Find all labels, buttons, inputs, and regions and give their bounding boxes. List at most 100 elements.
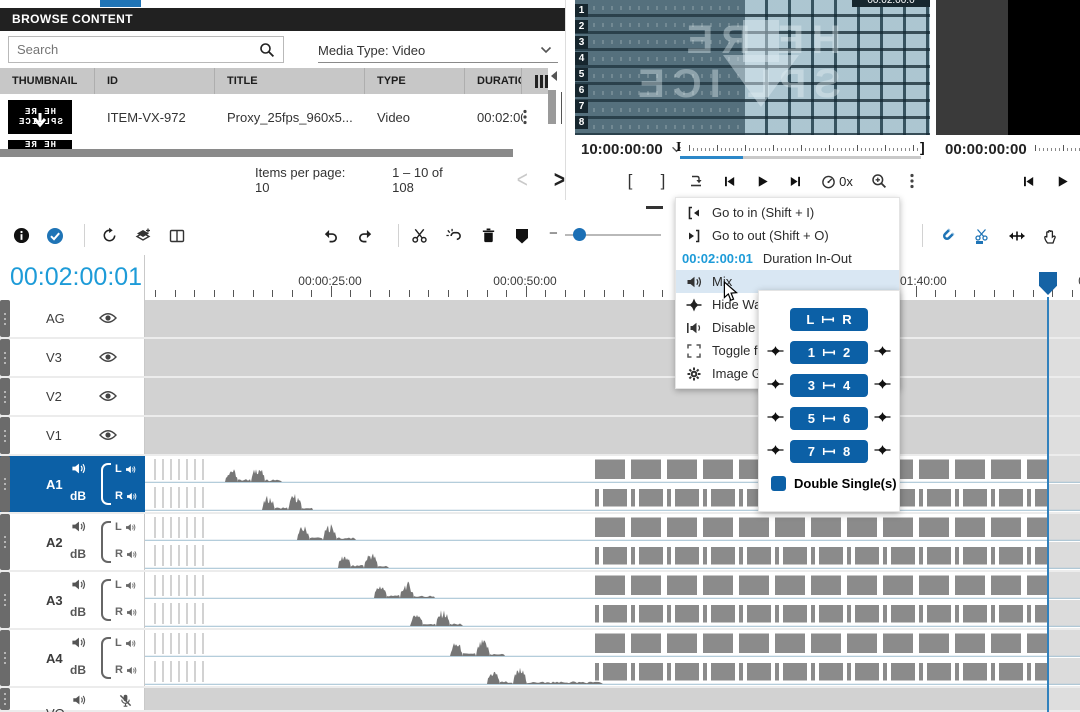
pair-button-3-4[interactable]: 34 — [790, 374, 868, 397]
track-drag-handle[interactable] — [0, 514, 10, 570]
snap-magnet-button[interactable] — [934, 216, 960, 255]
active-tab-indicator[interactable] — [100, 0, 141, 7]
track-a4[interactable]: A4dBLR — [0, 630, 1080, 686]
reset-button[interactable] — [96, 216, 122, 255]
channel-r-toggle[interactable]: R — [115, 548, 137, 560]
track-drag-handle[interactable] — [0, 300, 10, 337]
channel-r-toggle[interactable]: R — [115, 490, 137, 502]
mic-off-icon[interactable] — [118, 693, 133, 708]
source-scrub-bar[interactable] — [689, 145, 919, 151]
play-button[interactable] — [749, 168, 775, 194]
send-to-timeline-button[interactable] — [683, 168, 709, 194]
play-button[interactable] — [1049, 168, 1075, 194]
track-header-ag[interactable]: AG — [0, 300, 145, 337]
track-header-a1[interactable]: A1dBLR — [0, 456, 145, 512]
track-lane[interactable] — [145, 417, 1080, 454]
eye-icon[interactable] — [99, 390, 117, 402]
scrub-in-marker[interactable]: I — [676, 140, 681, 156]
double-singles-checkbox[interactable] — [771, 476, 786, 491]
hand-tool-button[interactable] — [1038, 216, 1064, 255]
track-vo[interactable]: VO — [0, 688, 1080, 710]
delete-button[interactable] — [475, 216, 501, 255]
add-marker-button[interactable] — [509, 216, 535, 255]
db-button[interactable]: dB — [70, 547, 86, 561]
db-button[interactable]: dB — [70, 663, 86, 677]
track-lane[interactable] — [145, 378, 1080, 415]
track-a1[interactable]: A1dBLR — [0, 456, 1080, 512]
track-header-a3[interactable]: A3dBLR — [0, 572, 145, 628]
track-ag[interactable]: AG — [0, 300, 1080, 337]
track-v2[interactable]: V2 — [0, 378, 1080, 415]
channel-l-toggle[interactable]: L — [115, 463, 136, 475]
track-lane[interactable] — [145, 688, 1080, 710]
horizontal-splitter[interactable] — [0, 200, 1080, 216]
audio-lane-left[interactable] — [145, 572, 1080, 599]
speaker-icon[interactable] — [71, 577, 86, 592]
column-header-id[interactable]: ID — [95, 68, 215, 94]
trim-tool-button[interactable] — [1004, 216, 1030, 255]
track-lane[interactable] — [145, 456, 1080, 512]
unlink-button[interactable] — [440, 216, 466, 255]
panel-splitter[interactable] — [561, 92, 562, 124]
source-video-viewport[interactable]: HE RE SPL ICE 12345678 00:02:00:0 — [575, 0, 930, 135]
track-lane[interactable] — [145, 514, 1080, 570]
column-header-duration[interactable]: DURATION — [465, 68, 522, 94]
menu-item-go-to-out[interactable]: Go to out (Shift + O) — [676, 224, 899, 247]
record-scrub-bar[interactable] — [1035, 145, 1080, 151]
previous-frame-button[interactable] — [716, 168, 742, 194]
track-header-a2[interactable]: A2dBLR — [0, 514, 145, 570]
eye-icon[interactable] — [99, 429, 117, 441]
items-per-page-label[interactable]: Items per page: 10 — [255, 165, 350, 195]
audio-lane-right[interactable] — [145, 542, 1080, 569]
horizontal-scrollbar[interactable] — [0, 149, 513, 157]
undo-button[interactable] — [317, 216, 343, 255]
track-drag-handle[interactable] — [0, 572, 10, 628]
speaker-icon[interactable] — [72, 693, 86, 707]
scrub-out-marker[interactable]: ] — [920, 139, 925, 155]
eye-icon[interactable] — [99, 351, 117, 363]
approve-button[interactable] — [42, 216, 68, 255]
vertical-scrollbar[interactable] — [548, 90, 556, 124]
track-drag-handle[interactable] — [0, 339, 10, 376]
track-lane[interactable] — [145, 339, 1080, 376]
audio-lane-right[interactable] — [145, 484, 1080, 511]
track-lane[interactable] — [145, 630, 1080, 686]
track-a2[interactable]: A2dBLR — [0, 514, 1080, 570]
row-kebab-icon[interactable] — [523, 109, 527, 125]
source-progress-bar[interactable] — [680, 156, 921, 159]
zoom-in-button[interactable] — [866, 168, 892, 194]
channel-l-toggle[interactable]: L — [115, 521, 136, 533]
pair-button-5-6[interactable]: 56 — [790, 407, 868, 430]
column-header-title[interactable]: TITLE — [215, 68, 365, 94]
source-timecode[interactable]: 10:00:00:00 — [581, 141, 682, 158]
track-a3[interactable]: A3dBLR — [0, 572, 1080, 628]
track-v1[interactable]: V1 — [0, 417, 1080, 454]
next-page-button[interactable]: > — [554, 168, 565, 192]
speaker-icon[interactable] — [71, 519, 86, 534]
track-drag-handle[interactable] — [0, 456, 10, 512]
track-header-v3[interactable]: V3 — [0, 339, 145, 376]
search-input[interactable] — [9, 42, 259, 57]
track-header-vo[interactable]: VO — [0, 688, 145, 710]
column-header-thumbnail[interactable]: THUMBNAIL — [0, 68, 95, 94]
track-drag-handle[interactable] — [0, 378, 10, 415]
record-timecode[interactable]: 00:00:00:00 — [945, 141, 1027, 158]
audio-lane-right[interactable] — [145, 658, 1080, 685]
player-menu-kebab-icon[interactable] — [899, 168, 925, 194]
razor-tool-button[interactable] — [969, 216, 995, 255]
eye-icon[interactable] — [99, 312, 117, 324]
zoom-slider-knob[interactable] — [573, 228, 586, 241]
table-row-partial[interactable]: HE RE — [8, 140, 72, 149]
zoom-out-label[interactable]: − — [549, 225, 558, 242]
track-header-a4[interactable]: A4dBLR — [0, 630, 145, 686]
channel-r-toggle[interactable]: R — [115, 664, 137, 676]
next-frame-button[interactable] — [782, 168, 808, 194]
channel-r-toggle[interactable]: R — [115, 606, 137, 618]
track-lane[interactable] — [145, 300, 1080, 337]
splitter-handle[interactable] — [646, 206, 663, 209]
mark-in-button[interactable]: [ — [617, 168, 643, 194]
search-icon[interactable] — [259, 42, 275, 58]
mark-out-button[interactable]: ] — [650, 168, 676, 194]
audio-lane-left[interactable] — [145, 630, 1080, 657]
db-button[interactable]: dB — [70, 489, 86, 503]
